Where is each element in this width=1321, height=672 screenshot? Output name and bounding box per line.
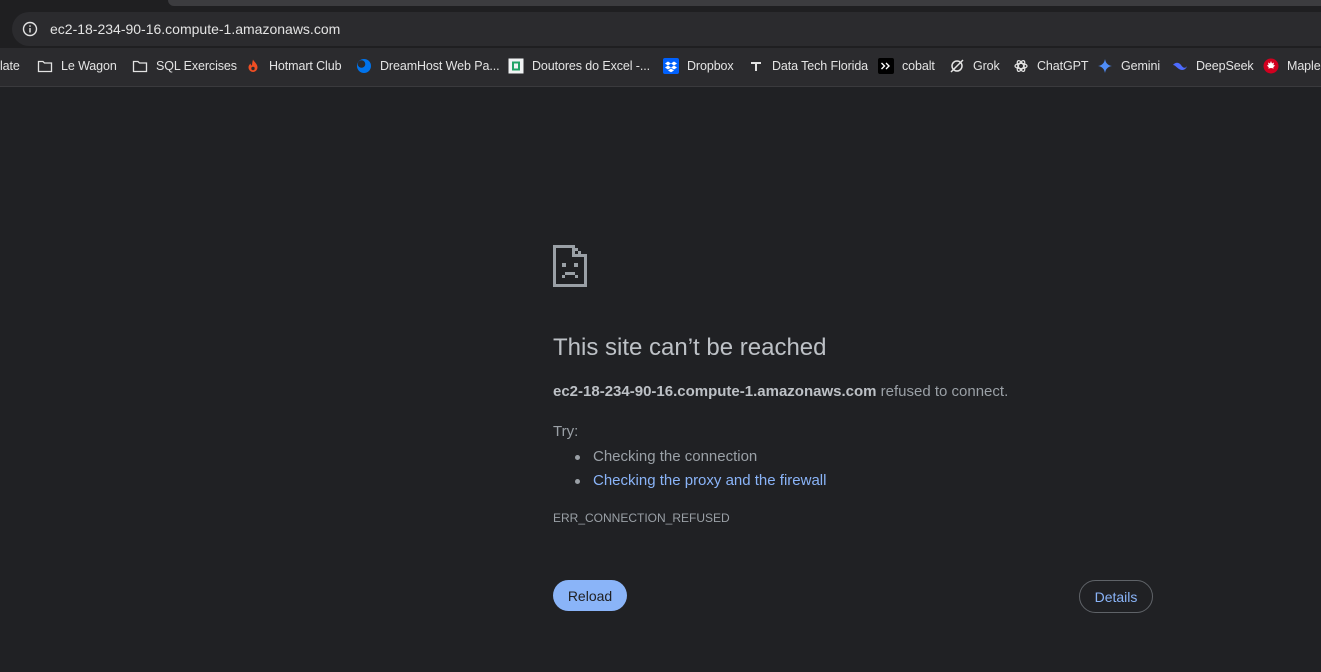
bookmark-late[interactable]: late	[0, 48, 20, 84]
bookmark-label: Dropbox	[687, 59, 734, 73]
proxy-firewall-link[interactable]: Checking the proxy and the firewall	[593, 472, 826, 489]
address-bar[interactable]: ec2-18-234-90-16.compute-1.amazonaws.com	[12, 12, 1321, 46]
maple-icon	[1263, 58, 1279, 74]
hotmart-icon	[248, 59, 258, 72]
bookmark-chatgpt[interactable]: ChatGPT	[1013, 48, 1089, 84]
bookmark-doutores-do-excel[interactable]: Doutores do Excel -...	[508, 48, 650, 84]
bookmark-label: SQL Exercises	[156, 59, 237, 73]
bookmark-cobalt[interactable]: cobalt	[878, 48, 935, 84]
suggestions-list: Checking the connection Checking the pro…	[575, 445, 826, 493]
error-page: This site can’t be reached ec2-18-234-90…	[0, 87, 1321, 672]
address-url[interactable]: ec2-18-234-90-16.compute-1.amazonaws.com	[50, 12, 340, 46]
datatech-icon	[751, 62, 761, 71]
doutores-icon	[508, 58, 524, 74]
chatgpt-icon	[1014, 60, 1028, 72]
bookmark-folder-le-wagon[interactable]: Le Wagon	[37, 48, 117, 84]
grok-icon	[950, 59, 964, 73]
browser-top-strip: ec2-18-234-90-16.compute-1.amazonaws.com	[0, 0, 1321, 48]
bookmark-maple[interactable]: Maple	[1263, 48, 1321, 84]
bookmark-label: Maple	[1287, 59, 1321, 73]
gemini-icon	[1098, 59, 1112, 73]
bookmark-label: ChatGPT	[1037, 59, 1089, 73]
site-info-icon[interactable]	[22, 21, 38, 37]
bookmark-label: DreamHost Web Pa...	[380, 59, 500, 73]
details-button[interactable]: Details	[1079, 580, 1153, 613]
folder-icon	[37, 60, 53, 73]
suggestion-item: Checking the proxy and the firewall	[575, 469, 826, 493]
error-message: ec2-18-234-90-16.compute-1.amazonaws.com…	[553, 383, 1008, 400]
error-code: ERR_CONNECTION_REFUSED	[553, 511, 730, 525]
bookmark-label: cobalt	[902, 59, 935, 73]
bookmark-label: late	[0, 59, 20, 73]
bookmark-dropbox[interactable]: Dropbox	[663, 48, 734, 84]
reload-button[interactable]: Reload	[553, 580, 627, 611]
bookmark-dreamhost[interactable]: DreamHost Web Pa...	[356, 48, 500, 84]
bookmark-folder-sql-exercises[interactable]: SQL Exercises	[132, 48, 237, 84]
suggestion-item: Checking the connection	[575, 445, 826, 469]
bookmarks-bar: late Le Wagon SQL Exercises Hotmart Club…	[0, 48, 1321, 87]
sad-page-icon	[553, 245, 587, 287]
dropbox-icon	[663, 58, 679, 74]
suggestion-text: Checking the connection	[593, 448, 758, 465]
cobalt-icon	[878, 58, 894, 74]
bookmark-hotmart-club[interactable]: Hotmart Club	[245, 48, 342, 84]
bookmark-grok[interactable]: Grok	[949, 48, 1000, 84]
bookmark-label: Le Wagon	[61, 59, 117, 73]
try-label: Try:	[553, 423, 579, 440]
bookmark-gemini[interactable]: Gemini	[1097, 48, 1160, 84]
bookmark-label: Hotmart Club	[269, 59, 342, 73]
error-host: ec2-18-234-90-16.compute-1.amazonaws.com	[553, 383, 877, 400]
tab-strip-edge	[168, 0, 1321, 6]
bookmark-deepseek[interactable]: DeepSeek	[1172, 48, 1254, 84]
bookmark-data-tech-florida[interactable]: Data Tech Florida	[748, 48, 868, 84]
folder-icon	[132, 60, 148, 73]
bookmark-label: Data Tech Florida	[772, 59, 869, 73]
deepseek-icon	[1173, 62, 1187, 70]
dreamhost-icon	[357, 59, 371, 73]
bookmark-label: Gemini	[1121, 59, 1160, 73]
page-title: This site can’t be reached	[553, 334, 827, 361]
error-message-suffix: refused to connect.	[876, 383, 1009, 400]
bookmark-label: DeepSeek	[1196, 59, 1254, 73]
bookmark-label: Doutores do Excel -...	[532, 59, 650, 73]
bookmark-label: Grok	[973, 59, 1000, 73]
